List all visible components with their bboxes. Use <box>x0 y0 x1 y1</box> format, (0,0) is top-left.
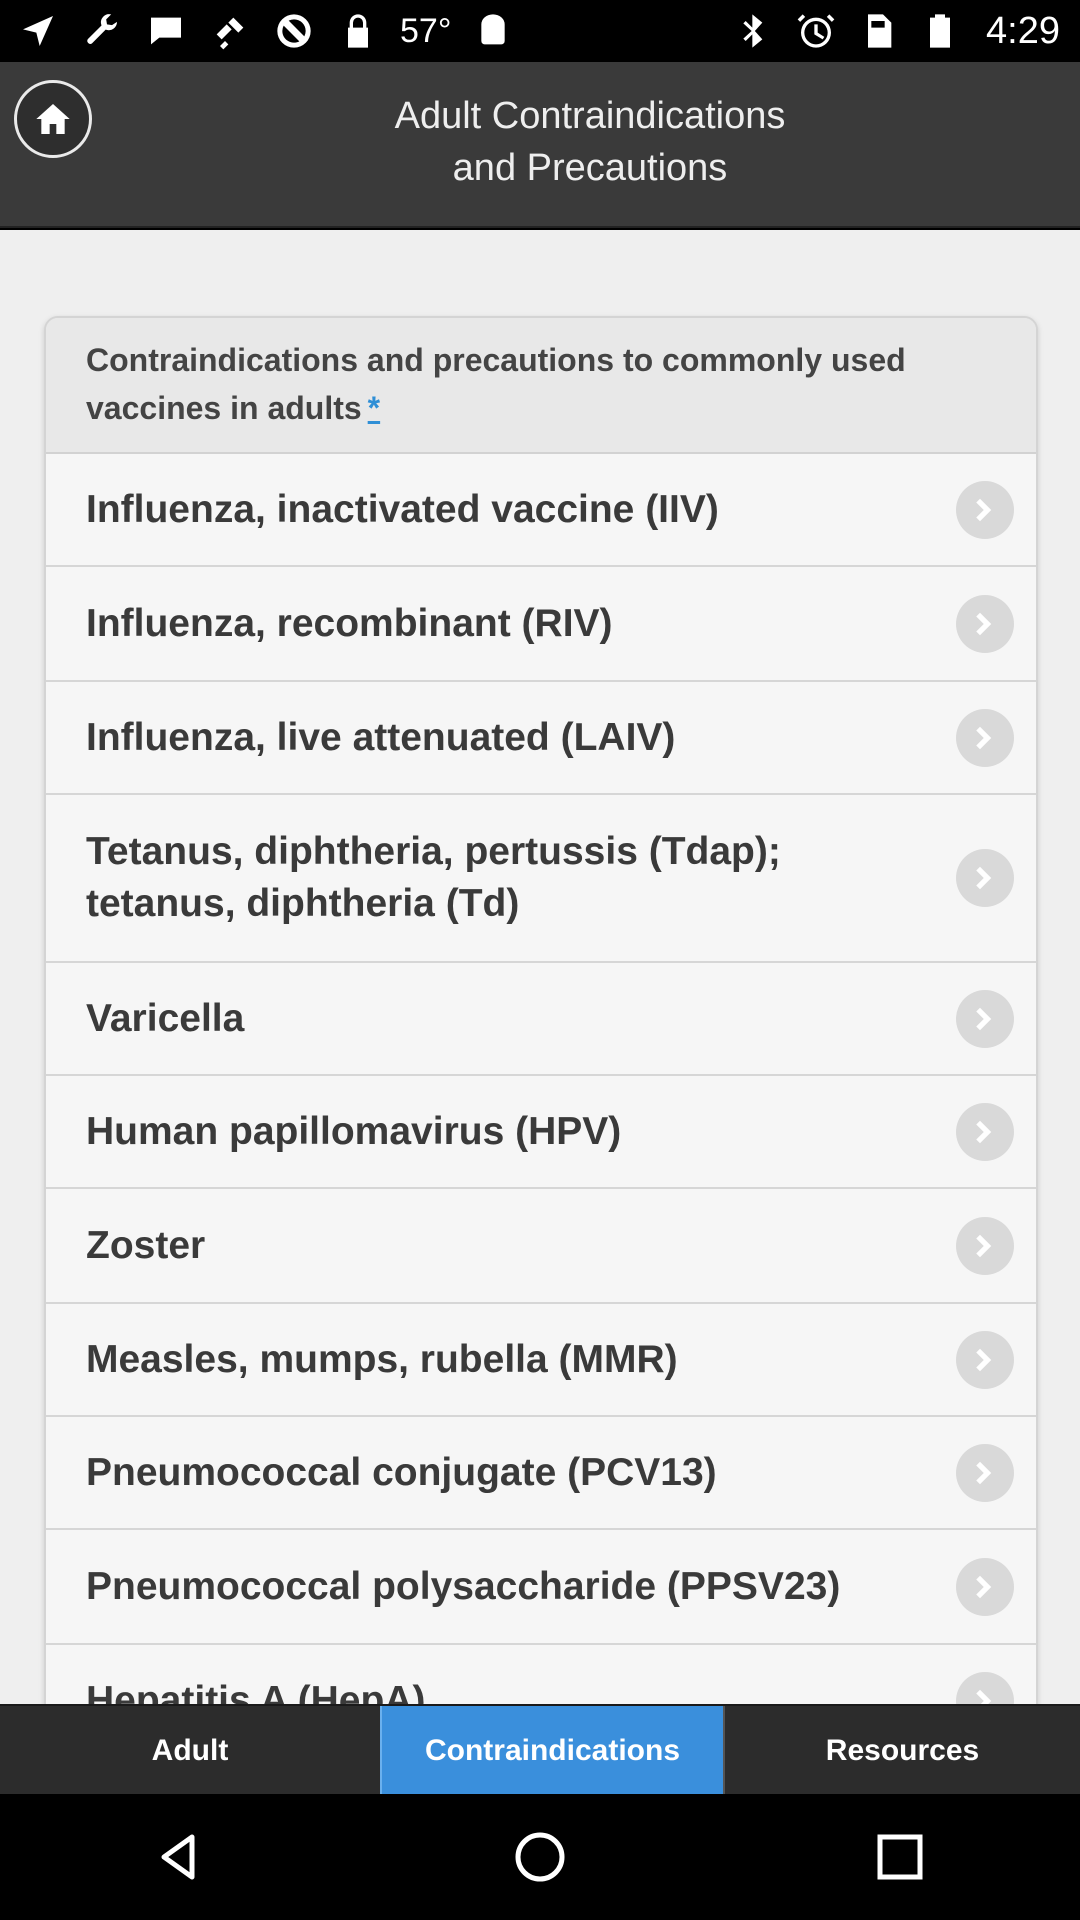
list-item-iiv[interactable]: Influenza, inactivated vaccine (IIV) <box>46 454 1036 567</box>
app-header: Adult Contraindications and Precautions <box>0 62 1080 228</box>
status-bar: 57° 4:29 <box>0 0 1080 62</box>
list-item-label: Hepatitis A (HepA) <box>86 1678 426 1705</box>
message-icon <box>144 9 188 53</box>
bluetooth-icon <box>732 9 776 53</box>
satellite-icon <box>208 9 252 53</box>
list-item-pcv13[interactable]: Pneumococcal conjugate (PCV13) <box>46 1417 1036 1530</box>
tab-contraindications[interactable]: Contraindications <box>380 1706 723 1796</box>
bottom-tab-bar: Adult Contraindications Resources <box>0 1704 1080 1796</box>
back-icon <box>150 1827 210 1887</box>
chevron-right-icon <box>956 1443 1014 1502</box>
list-item-riv[interactable]: Influenza, recombinant (RIV) <box>46 567 1036 682</box>
chevron-right-icon <box>956 594 1014 653</box>
list-item-zoster[interactable]: Zoster <box>46 1189 1036 1304</box>
card-heading-text: Contraindications and precautions to com… <box>86 342 906 426</box>
battery-icon <box>918 9 962 53</box>
list-item-label: Varicella <box>86 996 245 1040</box>
android-icon <box>471 9 515 53</box>
list-item-hepa[interactable]: Hepatitis A (HepA) <box>46 1645 1036 1704</box>
list-item-label: Pneumococcal conjugate (PCV13) <box>86 1450 717 1494</box>
chevron-right-icon <box>956 1102 1014 1161</box>
recents-square-icon <box>870 1827 930 1887</box>
card-heading: Contraindications and precautions to com… <box>46 318 1036 454</box>
chevron-right-icon <box>956 708 1014 767</box>
home-nav-button[interactable] <box>500 1817 580 1897</box>
content-area[interactable]: Contraindications and precautions to com… <box>0 230 1080 1704</box>
temperature: 57° <box>400 11 452 50</box>
wrench-icon <box>80 9 124 53</box>
alarm-icon <box>794 9 838 53</box>
tab-resources[interactable]: Resources <box>723 1706 1080 1796</box>
chevron-right-icon <box>956 1671 1014 1704</box>
list-item-ppsv23[interactable]: Pneumococcal polysaccharide (PPSV23) <box>46 1530 1036 1645</box>
list-item-mmr[interactable]: Measles, mumps, rubella (MMR) <box>46 1304 1036 1417</box>
list-item-label: Influenza, live attenuated (LAIV) <box>86 715 676 759</box>
recents-button[interactable] <box>860 1817 940 1897</box>
list-item-laiv[interactable]: Influenza, live attenuated (LAIV) <box>46 682 1036 795</box>
list-item-label: Measles, mumps, rubella (MMR) <box>86 1337 678 1381</box>
page-title: Adult Contraindications and Precautions <box>200 90 980 194</box>
block-icon <box>272 9 316 53</box>
list-item-label: Human papillomavirus (HPV) <box>86 1109 622 1153</box>
list-item-label: Zoster <box>86 1223 206 1267</box>
lock-icon <box>336 9 380 53</box>
list-item-hpv[interactable]: Human papillomavirus (HPV) <box>46 1076 1036 1189</box>
list-item-varicella[interactable]: Varicella <box>46 963 1036 1076</box>
back-button[interactable] <box>140 1817 220 1897</box>
chevron-right-icon <box>956 1330 1014 1389</box>
chevron-right-icon <box>956 849 1014 907</box>
chevron-right-icon <box>956 1216 1014 1275</box>
tab-adult[interactable]: Adult <box>0 1706 380 1796</box>
footnote-link[interactable]: * <box>368 390 380 426</box>
navigation-icon <box>16 9 60 53</box>
chevron-right-icon <box>956 1557 1014 1616</box>
vaccine-list-card: Contraindications and precautions to com… <box>44 316 1038 1704</box>
list-item-label: Influenza, recombinant (RIV) <box>86 601 613 645</box>
list-item-tdap-td[interactable]: Tetanus, diphtheria, pertussis (Tdap); t… <box>46 795 1036 963</box>
page-title-line1: Adult Contraindications <box>394 95 786 137</box>
no-sim-icon <box>856 9 900 53</box>
home-icon <box>33 99 73 139</box>
chevron-right-icon <box>956 989 1014 1048</box>
clock: 4:29 <box>986 9 1060 52</box>
chevron-right-icon <box>956 480 1014 539</box>
page-title-line2: and Precautions <box>452 147 728 189</box>
home-circle-icon <box>510 1827 570 1887</box>
system-nav-bar <box>0 1794 1080 1920</box>
home-button[interactable] <box>14 80 92 158</box>
list-item-label: Pneumococcal polysaccharide (PPSV23) <box>86 1564 841 1608</box>
list-item-label: Tetanus, diphtheria, pertussis (Tdap); t… <box>86 830 781 925</box>
list-item-label: Influenza, inactivated vaccine (IIV) <box>86 487 719 531</box>
